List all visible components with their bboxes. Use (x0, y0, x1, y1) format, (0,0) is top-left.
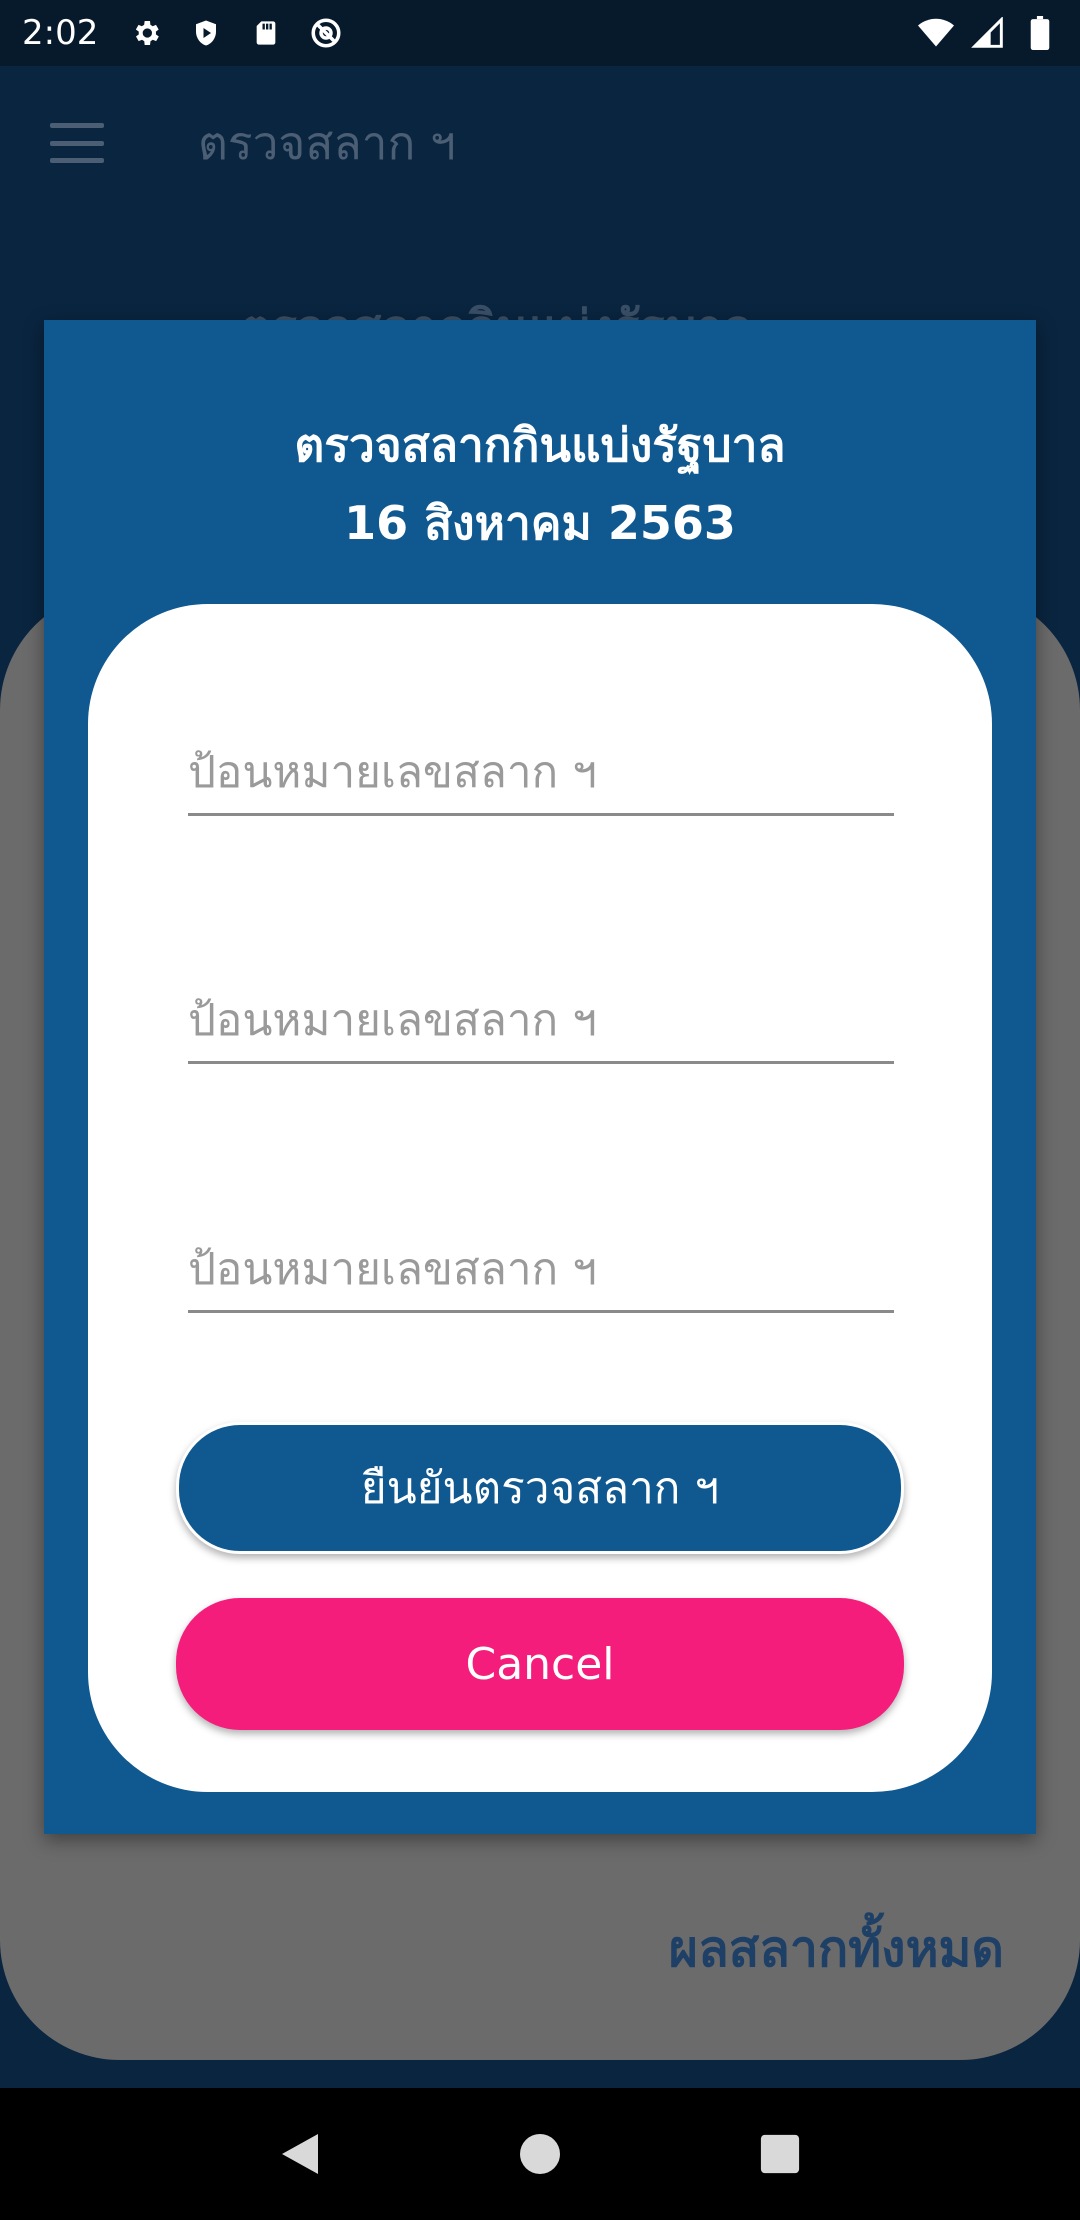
status-time: 2:02 (22, 13, 99, 53)
back-icon[interactable] (270, 2124, 330, 2184)
dialog-title-line1: ตรวจสลากกินแบ่งรัฐบาล (294, 418, 786, 472)
wifi-icon (918, 15, 954, 51)
navigation-bar (0, 2088, 1080, 2220)
lottery-number-input-2[interactable] (188, 980, 894, 1060)
check-lottery-dialog: ตรวจสลากกินแบ่งรัฐบาล 16 สิงหาคม 2563 ยื… (44, 320, 1036, 1834)
status-icons-right (918, 15, 1058, 51)
cancel-label: Cancel (465, 1638, 615, 1690)
gear-icon (128, 15, 164, 51)
lottery-number-field-1[interactable] (188, 732, 894, 816)
lottery-number-input-1[interactable] (188, 732, 894, 812)
home-icon[interactable] (510, 2124, 570, 2184)
lottery-number-field-2[interactable] (188, 980, 894, 1064)
lottery-number-input-3[interactable] (188, 1229, 894, 1309)
sd-card-icon (248, 15, 284, 51)
confirm-check-button[interactable]: ยืนยันตรวจสลาก ฯ (176, 1422, 904, 1554)
app-title: ตรวจสลาก ฯ (198, 115, 456, 170)
shield-icon (188, 15, 224, 51)
screen: 2:02 ตรวจสลาก ฯ ผลสลากทั้งหมด ตรวจสลากกิ… (0, 0, 1080, 2220)
lottery-number-field-3[interactable] (188, 1229, 894, 1313)
confirm-check-label: ยืนยันตรวจสลาก ฯ (360, 1463, 720, 1514)
hamburger-menu-icon[interactable] (50, 123, 104, 163)
dialog-title: ตรวจสลากกินแบ่งรัฐบาล 16 สิงหาคม 2563 (44, 406, 1036, 562)
status-icons-left (128, 15, 344, 51)
at-sign-icon (308, 15, 344, 51)
signal-icon (970, 15, 1006, 51)
app-bar: ตรวจสลาก ฯ (0, 66, 1080, 220)
status-bar: 2:02 (0, 0, 1080, 66)
all-results-link[interactable]: ผลสลากทั้งหมด (669, 1910, 1004, 1989)
cancel-button[interactable]: Cancel (176, 1598, 904, 1730)
dialog-title-date: 16 สิงหาคม 2563 (344, 496, 736, 550)
form-card: ยืนยันตรวจสลาก ฯ Cancel (88, 604, 992, 1792)
battery-icon (1022, 15, 1058, 51)
recents-icon[interactable] (750, 2124, 810, 2184)
